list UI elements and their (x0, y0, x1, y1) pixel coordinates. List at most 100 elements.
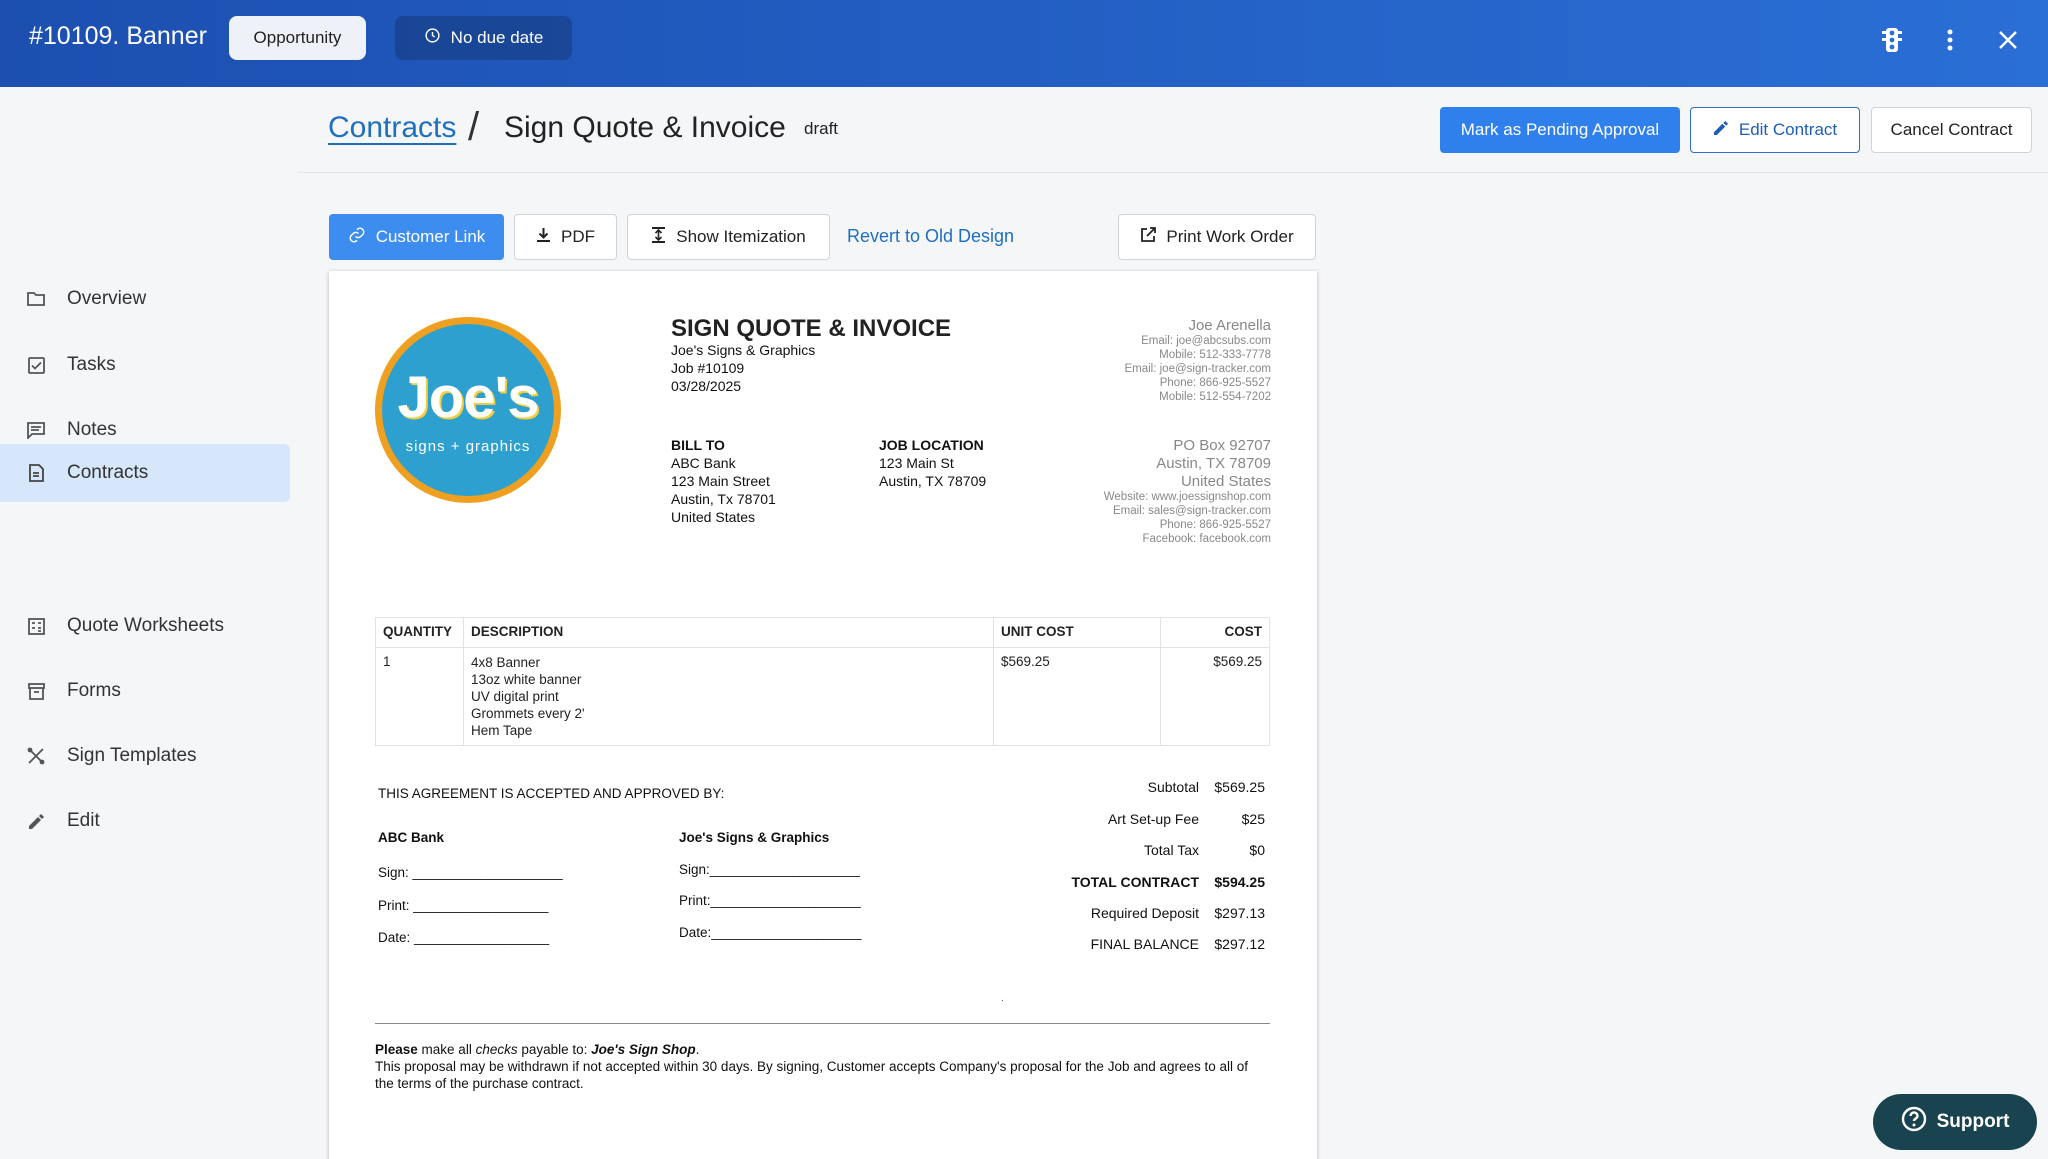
show-itemization-button[interactable]: Show Itemization (627, 214, 830, 260)
total-contract-value: $594.25 (1214, 874, 1265, 890)
due-date-chip[interactable]: No due date (395, 16, 572, 60)
bill-to-heading: BILL TO (671, 437, 725, 453)
pdf-button[interactable]: PDF (514, 214, 617, 260)
contact-name: Joe Arenella (1188, 317, 1271, 334)
cost-cell: $569.25 (1160, 647, 1270, 746)
totals-label: Total Tax (1144, 842, 1199, 858)
cancel-contract-button[interactable]: Cancel Contract (1871, 107, 2032, 153)
job-title: #10109. Banner (29, 22, 207, 50)
show-itemization-label: Show Itemization (676, 227, 806, 246)
pencil-icon (25, 810, 47, 832)
sidebar-item-label: Edit (67, 810, 100, 831)
contract-icon (25, 462, 47, 484)
vendor-sign-line: Sign:____________________ (679, 862, 860, 877)
traffic-light-icon[interactable] (1876, 24, 1908, 56)
customer-link-button[interactable]: Customer Link (329, 214, 504, 260)
divider (375, 1023, 1270, 1024)
contract-document: Joe's signs + graphics SIGN QUOTE & INVO… (329, 271, 1317, 1159)
totals-label: Required Deposit (1090, 905, 1199, 921)
breadcrumb-separator: / (468, 105, 480, 149)
document-date: 03/28/2025 (671, 378, 742, 394)
unit-cost-cell: $569.25 (993, 647, 1161, 746)
clock-icon (424, 27, 441, 49)
top-bar: #10109. Banner Opportunity No due date (0, 0, 2048, 87)
breadcrumb-contracts-link[interactable]: Contracts (328, 111, 456, 145)
print-work-order-label: Print Work Order (1166, 227, 1294, 246)
contact-line: Mobile: 512-554-7202 (1159, 391, 1271, 403)
totals-label: Subtotal (1147, 779, 1199, 795)
stage-chip[interactable]: Opportunity (229, 16, 366, 60)
vendor-print-line: Print:____________________ (679, 893, 861, 908)
bill-to-line: Austin, Tx 78701 (671, 491, 776, 507)
folder-icon (25, 288, 47, 310)
sidebar-item-edit[interactable]: Edit (0, 792, 290, 850)
job-location-line: Austin, TX 78709 (879, 473, 987, 489)
company-contact-line: Email: sales@sign-tracker.com (1112, 505, 1271, 517)
more-vert-icon[interactable] (1934, 24, 1966, 56)
print-work-order-button[interactable]: Print Work Order (1118, 214, 1316, 260)
sidebar-item-forms[interactable]: Forms (0, 662, 290, 720)
sidebar-item-quote-worksheets[interactable]: Quote Worksheets (0, 597, 290, 655)
totals-value: $569.25 (1214, 779, 1265, 795)
sidebar-item-label: Sign Templates (67, 745, 197, 766)
bill-to-line: United States (671, 509, 756, 525)
sidebar: Overview Tasks Notes Attachments Contrac… (0, 87, 298, 1159)
sidebar-item-overview[interactable]: Overview (0, 270, 290, 328)
mark-pending-button[interactable]: Mark as Pending Approval (1440, 107, 1680, 153)
totals-value: $0 (1249, 842, 1265, 858)
customer-signer-name: ABC Bank (378, 830, 445, 845)
company-contact-line: Website: www.joessignshop.com (1103, 491, 1271, 503)
expand-vertical-icon (651, 226, 666, 249)
totals-label: FINAL BALANCE (1090, 936, 1199, 952)
page-title: Sign Quote & Invoice (504, 111, 786, 144)
customer-print-line: Print: __________________ (378, 898, 549, 913)
company-address-line: Austin, TX 78709 (1156, 455, 1271, 472)
sidebar-item-label: Forms (67, 680, 121, 701)
checkbox-icon (25, 354, 47, 376)
customer-date-line: Date: __________________ (378, 930, 550, 945)
company-contact-line: Phone: 866-925-5527 (1159, 519, 1271, 531)
contract-header: Contracts / Sign Quote & Invoice draft M… (298, 87, 2048, 173)
customer-link-label: Customer Link (375, 227, 486, 246)
cancel-contract-label: Cancel Contract (1890, 120, 2013, 139)
total-contract-label: TOTAL CONTRACT (1071, 874, 1199, 890)
totals-value: $297.12 (1214, 936, 1265, 952)
agreement-text: THIS AGREEMENT IS ACCEPTED AND APPROVED … (378, 786, 725, 801)
stray-dot: . (1001, 993, 1004, 1004)
edit-contract-button[interactable]: Edit Contract (1690, 107, 1860, 153)
job-location-line: 123 Main St (879, 455, 954, 471)
archive-icon (25, 680, 47, 702)
column-header: DESCRIPTION (463, 617, 994, 648)
contact-line: Mobile: 512-333-7778 (1159, 349, 1271, 361)
line-items-table: QUANTITY DESCRIPTION UNIT COST COST 1 4x… (375, 617, 1270, 746)
pencil-icon (1713, 120, 1729, 141)
company-address-line: PO Box 92707 (1173, 437, 1271, 454)
sidebar-item-label: Quote Worksheets (67, 615, 225, 636)
notes-icon (25, 419, 47, 441)
contact-line: Email: joe@abcsubs.com (1141, 335, 1271, 347)
totals-label: Art Set-up Fee (1107, 811, 1199, 827)
column-header: QUANTITY (375, 617, 464, 648)
column-header: COST (1160, 617, 1270, 648)
contact-line: Phone: 866-925-5527 (1159, 377, 1271, 389)
company-contact-line: Facebook: facebook.com (1142, 533, 1272, 545)
vendor-signer-name: Joe's Signs & Graphics (679, 830, 830, 845)
support-button[interactable]: Support (1873, 1094, 2037, 1150)
sidebar-item-label: Tasks (67, 354, 116, 375)
help-icon (1901, 1106, 1927, 1138)
revert-old-design-link[interactable]: Revert to Old Design (847, 226, 1014, 247)
job-location-heading: JOB LOCATION (879, 437, 984, 453)
open-external-icon (1140, 226, 1157, 248)
proposal-terms: This proposal may be withdrawn if not ac… (375, 1059, 1249, 1091)
sidebar-item-contracts[interactable]: Contracts (0, 444, 290, 502)
sidebar-item-tasks[interactable]: Tasks (0, 336, 290, 394)
sidebar-item-label: Notes (67, 419, 117, 440)
download-icon (536, 227, 551, 248)
due-date-label: No due date (450, 28, 544, 47)
company-address-line: United States (1180, 473, 1271, 490)
sidebar-item-sign-templates[interactable]: Sign Templates (0, 727, 290, 785)
edit-contract-label: Edit Contract (1738, 120, 1838, 139)
close-icon[interactable] (1992, 24, 2024, 56)
bill-to-line: ABC Bank (671, 455, 736, 471)
description-cell: 4x8 Banner 13oz white banner UV digital … (463, 647, 994, 746)
